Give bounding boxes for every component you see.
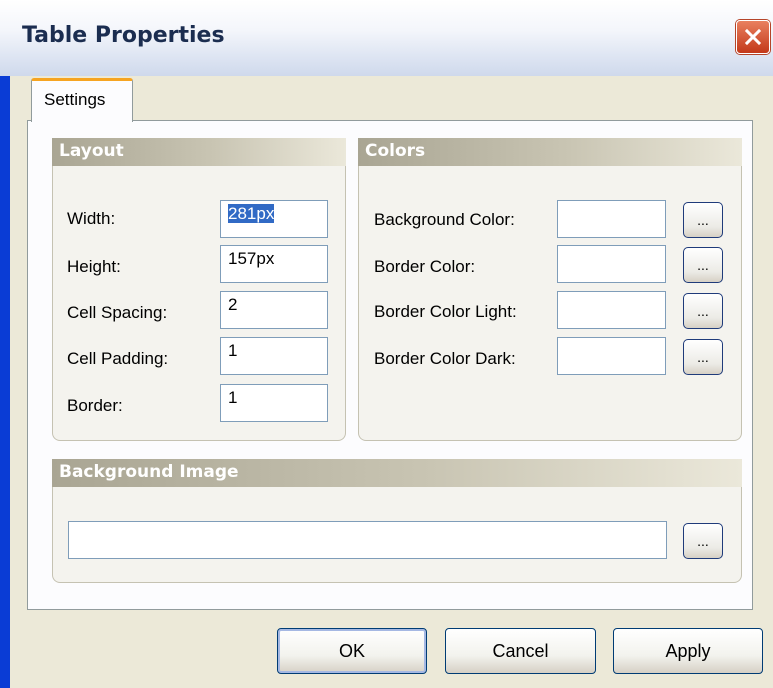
close-icon [745, 29, 761, 45]
border-color-label: Border Color: [374, 257, 476, 276]
border-label: Border: [67, 396, 123, 415]
background-color-field[interactable] [557, 200, 666, 238]
colors-group-title: Colors [365, 141, 426, 161]
background-color-browse-button[interactable]: ... [683, 202, 723, 238]
cell-spacing-label: Cell Spacing: [67, 303, 168, 322]
border-color-dark-browse-button[interactable]: ... [683, 339, 723, 375]
background-image-browse-button[interactable]: ... [683, 523, 723, 559]
layout-group-title: Layout [59, 141, 124, 161]
tab-settings-label: Settings [44, 90, 106, 109]
cell-padding-field[interactable]: 1 [220, 337, 328, 375]
background-image-field[interactable] [68, 521, 667, 559]
border-color-light-field[interactable] [557, 291, 666, 329]
cell-padding-label: Cell Padding: [67, 349, 169, 368]
border-color-dark-label: Border Color Dark: [374, 349, 516, 368]
window-border [0, 76, 10, 688]
ok-button[interactable]: OK [277, 628, 427, 674]
border-color-browse-button[interactable]: ... [683, 247, 723, 283]
width-label: Width: [67, 209, 116, 228]
background-image-group-header: Background Image [52, 459, 742, 487]
close-button[interactable] [736, 20, 770, 54]
cell-spacing-field[interactable]: 2 [220, 291, 328, 329]
height-field[interactable]: 157px [220, 245, 328, 283]
border-color-light-label: Border Color Light: [374, 302, 517, 321]
background-image-group-title: Background Image [59, 462, 239, 482]
background-color-label: Background Color: [374, 210, 515, 229]
height-label: Height: [67, 257, 121, 276]
cancel-button[interactable]: Cancel [445, 628, 596, 674]
layout-group-header: Layout [52, 138, 346, 166]
border-color-dark-field[interactable] [557, 337, 666, 375]
apply-button[interactable]: Apply [613, 628, 763, 674]
border-field[interactable]: 1 [220, 384, 328, 422]
width-field[interactable]: 281px [220, 200, 328, 238]
window-title: Table Properties [22, 23, 225, 48]
settings-panel: Layout Colors Background Image Width: 28… [27, 120, 753, 610]
width-value: 281px [228, 204, 275, 223]
colors-group: Colors [358, 138, 742, 441]
border-color-field[interactable] [557, 245, 666, 283]
tab-settings[interactable]: Settings [31, 78, 133, 122]
border-color-light-browse-button[interactable]: ... [683, 293, 723, 329]
title-bar: Table Properties [0, 0, 773, 76]
colors-group-header: Colors [358, 138, 742, 166]
